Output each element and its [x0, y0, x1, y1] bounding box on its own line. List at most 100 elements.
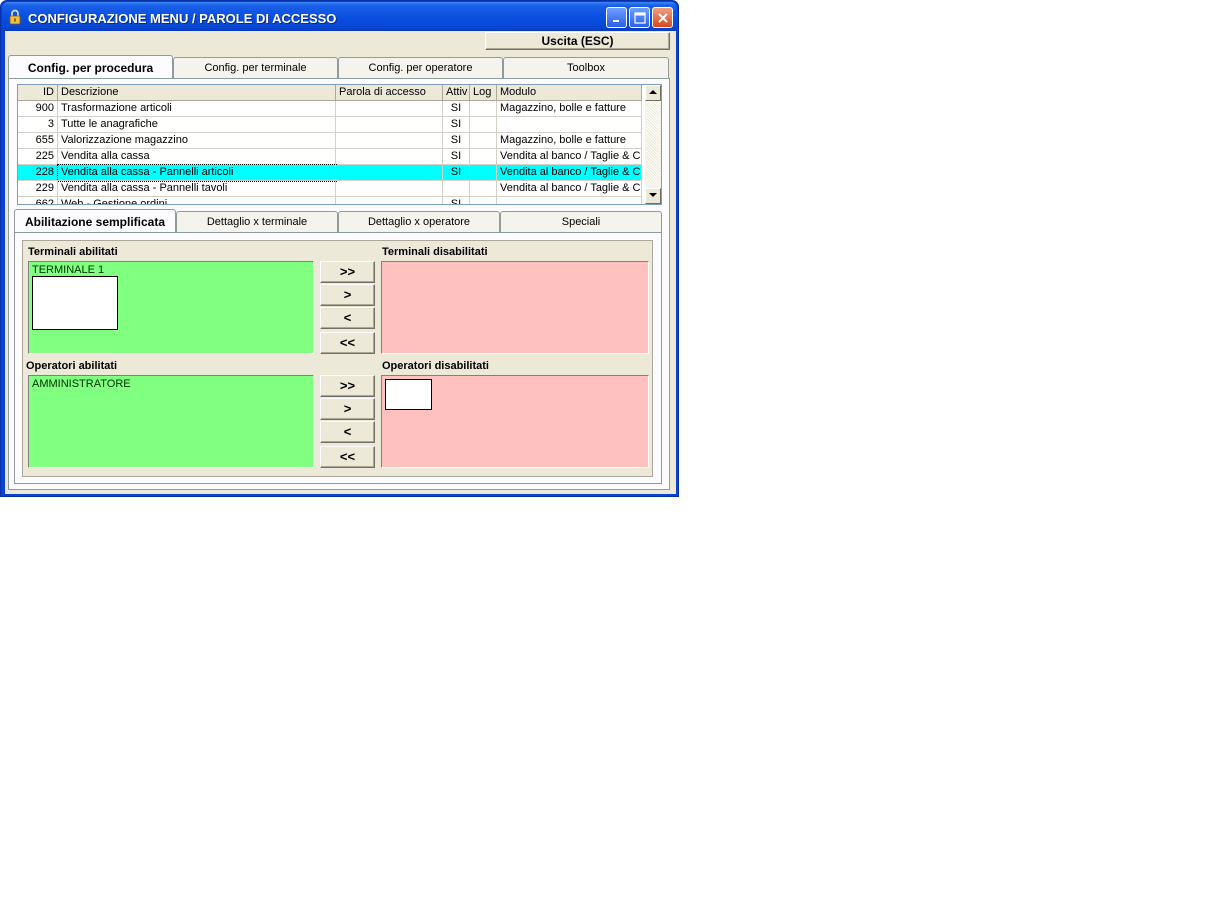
- terminals-move-left-button[interactable]: <: [320, 307, 375, 329]
- maximize-button[interactable]: [629, 7, 650, 28]
- cell-modulo[interactable]: Vendita al banco / Taglie & C: [497, 149, 642, 165]
- subtab-speciali[interactable]: Speciali: [500, 211, 662, 232]
- cell-descrizione[interactable]: Vendita alla cassa - Pannelli tavoli: [58, 181, 336, 197]
- cell-id[interactable]: 228: [18, 165, 58, 181]
- cell-id[interactable]: 225: [18, 149, 58, 165]
- col-header-log[interactable]: Log: [470, 85, 497, 101]
- terminals-enabled-list[interactable]: TERMINALE 1: [28, 261, 314, 354]
- title-bar[interactable]: CONFIGURAZIONE MENU / PAROLE DI ACCESSO: [2, 2, 677, 31]
- cell-attiv[interactable]: SI: [443, 197, 470, 204]
- cell-parola[interactable]: [336, 197, 443, 204]
- tab-config-per-operatore[interactable]: Config. per operatore: [338, 57, 503, 78]
- scroll-track[interactable]: [646, 101, 660, 181]
- procedure-grid[interactable]: ID Descrizione Parola di accesso Attiv L…: [17, 84, 662, 205]
- operators-move-all-left-button[interactable]: <<: [320, 446, 375, 468]
- cell-id[interactable]: 229: [18, 181, 58, 197]
- grid-body: ID Descrizione Parola di accesso Attiv L…: [18, 85, 642, 204]
- cell-descrizione[interactable]: Valorizzazione magazzino: [58, 133, 336, 149]
- table-row[interactable]: 225 Vendita alla cassa SI Vendita al banco …: [18, 149, 642, 165]
- table-row[interactable]: 229 Vendita alla cassa - Pannelli tavoli V…: [18, 181, 642, 197]
- terminals-move-right-button[interactable]: >: [320, 284, 375, 306]
- minimize-button[interactable]: [606, 7, 627, 28]
- tab-config-per-procedura[interactable]: Config. per procedura: [8, 55, 173, 78]
- cell-id[interactable]: 900: [18, 101, 58, 117]
- cell-parola[interactable]: [336, 133, 443, 149]
- cell-log[interactable]: [470, 181, 497, 197]
- cell-attiv[interactable]: SI: [443, 101, 470, 117]
- sub-tab-panel: Terminali abilitati TERMINALE 1 >> > < <…: [14, 232, 662, 484]
- col-header-attiv[interactable]: Attiv: [443, 85, 470, 101]
- table-row[interactable]: 655 Valorizzazione magazzino SI Magazzino, …: [18, 133, 642, 149]
- main-tab-panel: ID Descrizione Parola di accesso Attiv L…: [8, 78, 670, 490]
- grid-vertical-scrollbar[interactable]: [645, 85, 661, 204]
- terminals-move-all-left-button[interactable]: <<: [320, 332, 375, 354]
- close-button[interactable]: [652, 7, 673, 28]
- subtab-dettaglio-operatore[interactable]: Dettaglio x operatore: [338, 211, 500, 232]
- cell-modulo[interactable]: [497, 197, 642, 204]
- list-item-editor[interactable]: [32, 276, 118, 330]
- col-header-descrizione[interactable]: Descrizione: [58, 85, 336, 101]
- tab-toolbox[interactable]: Toolbox: [503, 57, 669, 78]
- cell-descrizione[interactable]: Tutte le anagrafiche: [58, 117, 336, 133]
- terminals-disabled-list[interactable]: [381, 261, 649, 354]
- cell-modulo[interactable]: Vendita al banco / Taglie & C: [497, 181, 642, 197]
- operators-move-left-button[interactable]: <: [320, 421, 375, 443]
- cell-descrizione[interactable]: Vendita alla cassa - Pannelli articoli: [57, 164, 337, 182]
- cell-attiv[interactable]: SI: [443, 133, 470, 149]
- operators-move-right-button[interactable]: >: [320, 398, 375, 420]
- close-icon: [658, 13, 668, 23]
- operators-enabled-label: Operatori abilitati: [26, 360, 118, 372]
- tab-config-per-terminale[interactable]: Config. per terminale: [173, 57, 338, 78]
- terminals-move-all-right-button[interactable]: >>: [320, 261, 375, 283]
- cell-id[interactable]: 3: [18, 117, 58, 133]
- col-header-id[interactable]: ID: [18, 85, 58, 101]
- scroll-down-button[interactable]: [645, 188, 661, 204]
- cell-attiv[interactable]: [443, 181, 470, 197]
- cell-parola[interactable]: [336, 165, 443, 181]
- operators-enabled-list[interactable]: AMMINISTRATORE: [28, 375, 314, 468]
- subtab-dettaglio-terminale[interactable]: Dettaglio x terminale: [176, 211, 338, 232]
- table-row[interactable]: 228 Vendita alla cassa - Pannelli articol…: [18, 164, 642, 182]
- minimize-icon: [613, 20, 619, 22]
- cell-attiv[interactable]: SI: [443, 117, 470, 133]
- cell-attiv[interactable]: SI: [443, 165, 470, 181]
- cell-log[interactable]: [470, 117, 497, 133]
- operators-disabled-label: Operatori disabilitati: [382, 360, 489, 372]
- cell-log[interactable]: [470, 101, 497, 117]
- cell-log[interactable]: [470, 197, 497, 204]
- cell-log[interactable]: [470, 133, 497, 149]
- operators-move-all-right-button[interactable]: >>: [320, 375, 375, 397]
- cell-parola[interactable]: [336, 181, 443, 197]
- table-row[interactable]: 662 Web - Gestione ordini SI: [18, 197, 642, 204]
- cell-attiv[interactable]: SI: [443, 149, 470, 165]
- cell-modulo[interactable]: [497, 117, 642, 133]
- col-header-parola[interactable]: Parola di accesso: [336, 85, 443, 101]
- terminals-enabled-label: Terminali abilitati: [28, 246, 118, 258]
- cell-parola[interactable]: [336, 117, 443, 133]
- cell-modulo[interactable]: Vendita al banco / Taglie & C: [497, 165, 642, 181]
- cell-id[interactable]: 662: [18, 197, 58, 204]
- cell-descrizione[interactable]: Vendita alla cassa: [58, 149, 336, 165]
- operators-disabled-list[interactable]: [381, 375, 649, 468]
- arrow-up-icon: [649, 90, 657, 94]
- subtab-abilitazione-semplificata[interactable]: Abilitazione semplificata: [14, 209, 176, 232]
- cell-parola[interactable]: [336, 101, 443, 117]
- cell-descrizione[interactable]: Web - Gestione ordini: [58, 197, 336, 204]
- cell-log[interactable]: [470, 165, 497, 181]
- list-item[interactable]: TERMINALE 1: [32, 264, 104, 276]
- cell-log[interactable]: [470, 149, 497, 165]
- cell-modulo[interactable]: Magazzino, bolle e fatture: [497, 101, 642, 117]
- table-row[interactable]: 3 Tutte le anagrafiche SI: [18, 117, 642, 133]
- exit-button[interactable]: Uscita (ESC): [485, 32, 670, 50]
- cell-modulo[interactable]: Magazzino, bolle e fatture: [497, 133, 642, 149]
- arrow-down-icon: [649, 193, 657, 197]
- table-row[interactable]: 900 Trasformazione articoli SI Magazzino, b…: [18, 101, 642, 117]
- list-item-editor[interactable]: [385, 379, 432, 410]
- scroll-up-button[interactable]: [645, 85, 661, 101]
- list-item[interactable]: AMMINISTRATORE: [32, 378, 131, 390]
- lock-icon: [9, 9, 21, 25]
- cell-id[interactable]: 655: [18, 133, 58, 149]
- cell-descrizione[interactable]: Trasformazione articoli: [58, 101, 336, 117]
- cell-parola[interactable]: [336, 149, 443, 165]
- col-header-modulo[interactable]: Modulo: [497, 85, 642, 101]
